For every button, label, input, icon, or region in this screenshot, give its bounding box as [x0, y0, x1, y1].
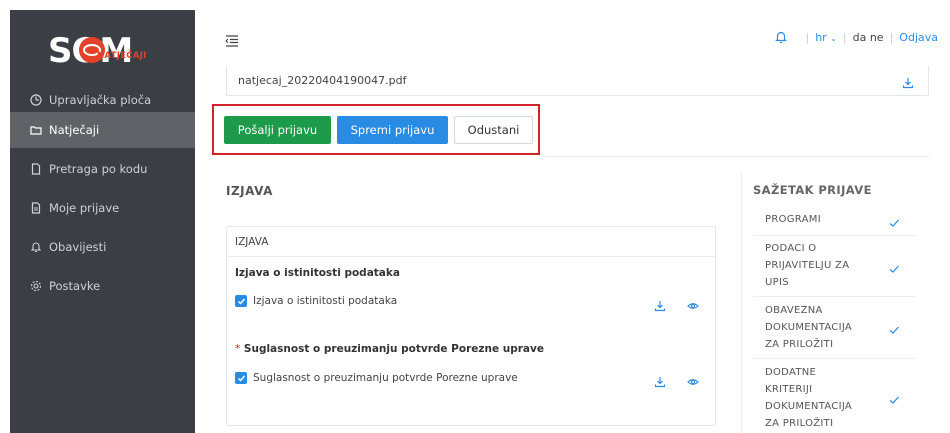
- gear-icon: [29, 279, 43, 293]
- izjava-card: IZJAVA Izjava o istinitosti podataka Izj…: [226, 226, 716, 426]
- card-header: IZJAVA: [227, 227, 715, 257]
- summary-item-label: OBAVEZNA DOKUMENTACIJA ZA PRILOŽITI: [765, 305, 853, 350]
- section-title-izjava: IZJAVA: [226, 184, 273, 198]
- check-icon: [888, 391, 900, 404]
- folder-icon: [29, 123, 43, 137]
- sidebar-item-label: Pretraga po kodu: [49, 162, 148, 176]
- checkbox-checked[interactable]: [235, 372, 247, 384]
- dashboard-icon: [29, 93, 43, 107]
- cancel-button[interactable]: Odustani: [454, 116, 533, 144]
- sidebar: SOM NATJEČAJI Upravljačka ploča Natječaj…: [10, 10, 195, 433]
- language-select[interactable]: hr ⌄: [815, 31, 837, 44]
- attached-file-row: natjecaj_20220404190047.pdf: [226, 66, 929, 96]
- checkbox-label: Izjava o istinitosti podataka: [253, 295, 398, 307]
- item-title-istinitost: Izjava o istinitosti podataka: [235, 267, 400, 279]
- separator: |: [842, 30, 847, 44]
- separator: |: [805, 30, 810, 44]
- document-icon: [29, 201, 43, 215]
- send-application-button[interactable]: Pošalji prijavu: [224, 116, 331, 144]
- language-value: hr: [815, 30, 827, 44]
- summary-title: SAŽETAK PRIJAVE: [753, 183, 872, 197]
- summary-item-label: PROGRAMI: [765, 214, 821, 225]
- item-title-suglasnost: * Suglasnost o preuzimanju potvrde Porez…: [235, 343, 544, 355]
- sidebar-item-pretraga-po-kodu[interactable]: Pretraga po kodu: [10, 151, 195, 187]
- document-icon: [29, 162, 43, 176]
- bell-icon: [29, 240, 43, 254]
- sidebar-item-natjecaji[interactable]: Natječaji: [10, 112, 195, 148]
- sidebar-item-label: Moje prijave: [49, 201, 120, 215]
- checkbox-row-suglasnost[interactable]: Suglasnost o preuzimanju potvrde Porezne…: [235, 372, 518, 384]
- eye-icon[interactable]: [687, 373, 699, 385]
- checkbox-label: Suglasnost o preuzimanju potvrde Porezne…: [253, 372, 518, 384]
- check-icon: [888, 321, 900, 334]
- topbar: | hr ⌄ | da ne | Odjava: [195, 10, 950, 68]
- required-marker: *: [235, 343, 241, 355]
- summary-item-obavezna-dokumentacija[interactable]: OBAVEZNA DOKUMENTACIJA ZA PRILOŽITI: [753, 297, 916, 359]
- sidebar-item-obavijesti[interactable]: Obavijesti: [10, 229, 195, 265]
- separator: |: [889, 30, 894, 44]
- logout-link[interactable]: Odjava: [899, 31, 938, 44]
- sidebar-item-postavke[interactable]: Postavke: [10, 268, 195, 304]
- divider: [545, 156, 929, 157]
- sidebar-item-label: Natječaji: [49, 123, 100, 137]
- file-name: natjecaj_20220404190047.pdf: [238, 74, 407, 87]
- logo-subtitle: NATJEČAJI: [97, 51, 147, 61]
- summary-item-programi[interactable]: PROGRAMI: [753, 204, 916, 236]
- item-title-text: Suglasnost o preuzimanju potvrde Porezne…: [243, 343, 544, 355]
- summary-item-label: PODACI O PRIJAVITELJU ZA UPIS: [765, 243, 850, 288]
- save-application-button[interactable]: Spremi prijavu: [337, 116, 448, 144]
- summary-separator: [741, 172, 742, 433]
- sidebar-item-label: Postavke: [49, 279, 101, 293]
- summary-item-podaci[interactable]: PODACI O PRIJAVITELJU ZA UPIS: [753, 236, 916, 297]
- summary-item-dodatne-kriteriji[interactable]: DODATNE KRITERIJI DOKUMENTACIJA ZA PRILO…: [753, 359, 916, 433]
- chevron-down-icon: ⌄: [830, 33, 837, 43]
- download-icon[interactable]: [654, 373, 666, 388]
- menu-toggle-icon[interactable]: [225, 32, 239, 47]
- checkbox-row-istinitost[interactable]: Izjava o istinitosti podataka: [235, 295, 397, 307]
- summary-item-label: DODATNE KRITERIJI DOKUMENTACIJA ZA PRILO…: [765, 367, 853, 429]
- fish-logo-icon: SOM: [48, 31, 133, 71]
- check-icon: [888, 260, 900, 273]
- checkbox-checked[interactable]: [235, 295, 247, 307]
- check-icon: [888, 214, 900, 227]
- eye-icon[interactable]: [687, 297, 699, 309]
- sidebar-item-moje-prijave[interactable]: Moje prijave: [10, 190, 195, 226]
- download-icon[interactable]: [654, 297, 666, 312]
- topbar-right: | hr ⌄ | da ne | Odjava: [775, 30, 938, 44]
- sidebar-item-label: Obavijesti: [49, 240, 107, 254]
- user-name: da ne: [852, 30, 884, 44]
- notifications-bell-icon[interactable]: [775, 30, 788, 44]
- sidebar-item-label: Upravljačka ploča: [49, 93, 152, 107]
- download-icon[interactable]: [902, 74, 914, 89]
- logo[interactable]: SOM: [48, 24, 188, 74]
- card-header-label: IZJAVA: [235, 236, 269, 248]
